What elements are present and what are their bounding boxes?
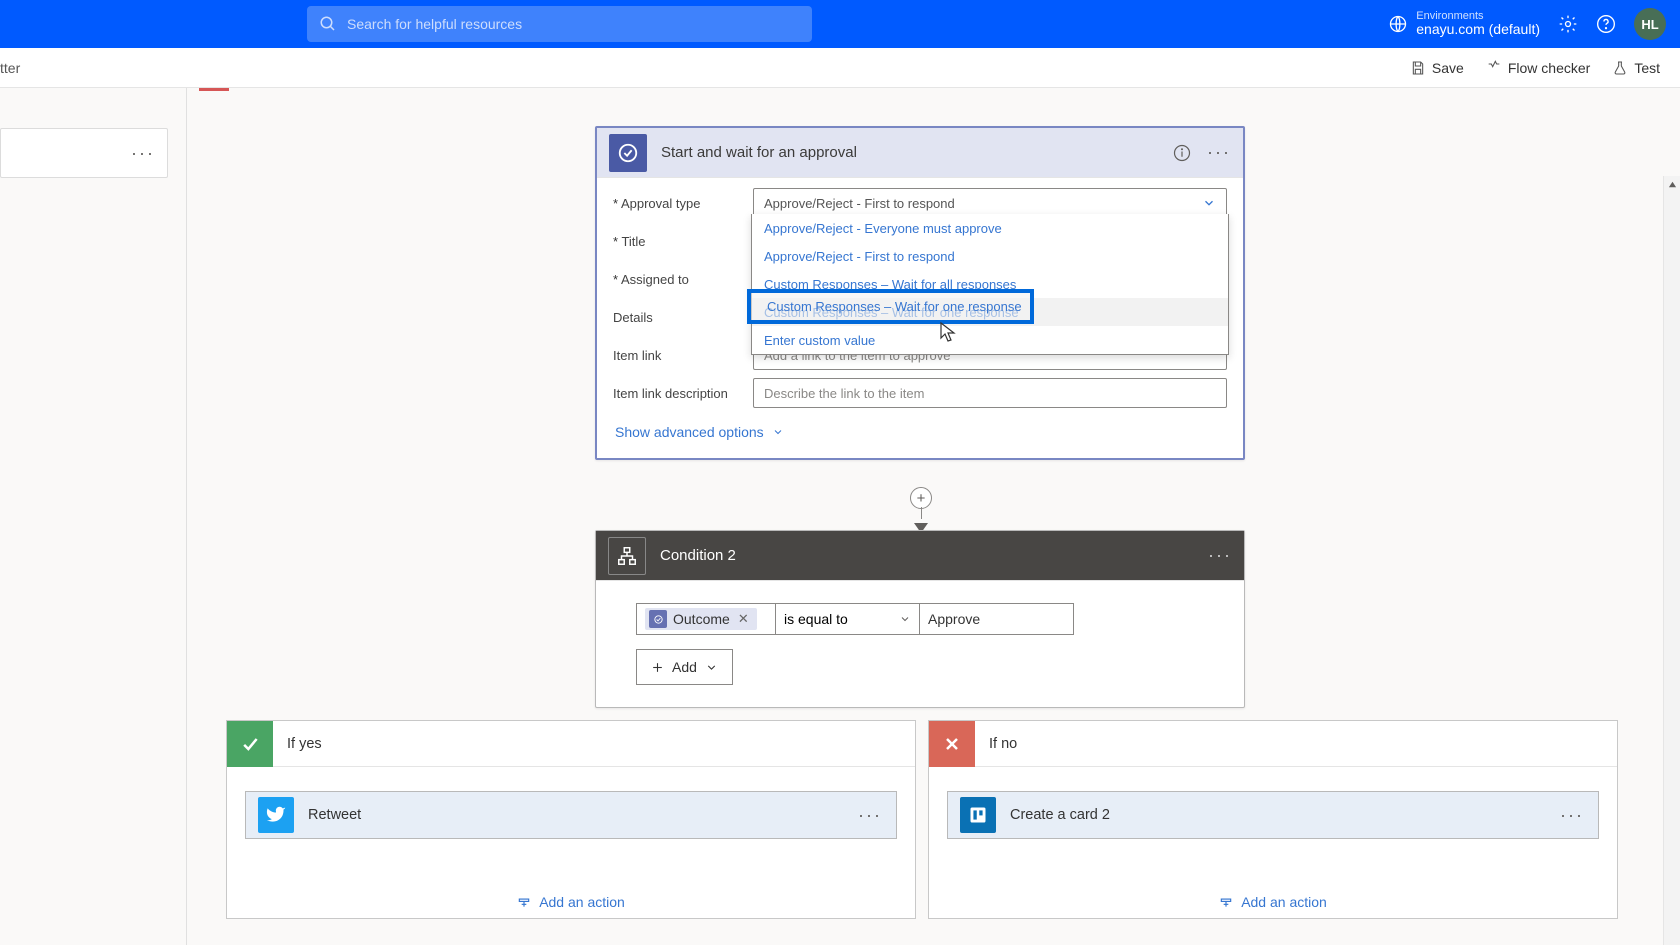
approval-card-title: Start and wait for an approval: [661, 144, 857, 161]
check-icon: [227, 721, 273, 767]
plus-icon: [651, 661, 664, 674]
app-header: Search for helpful resources Environment…: [0, 0, 1680, 48]
flow-canvas[interactable]: ··· Start and wait for an approval ··· A…: [0, 88, 1680, 945]
card-menu-icon[interactable]: ···: [1560, 805, 1584, 826]
save-button[interactable]: Save: [1410, 60, 1464, 76]
add-action-icon: [517, 895, 531, 909]
environment-icon: [1388, 14, 1408, 34]
user-avatar[interactable]: HL: [1634, 8, 1666, 40]
search-input[interactable]: Search for helpful resources: [307, 6, 812, 42]
flow-checker-button[interactable]: Flow checker: [1486, 60, 1590, 76]
show-advanced-options[interactable]: Show advanced options: [613, 416, 1227, 452]
collapsed-trigger-card[interactable]: ···: [0, 128, 168, 178]
condition-card-title: Condition 2: [660, 547, 736, 564]
chevron-down-icon: [1202, 196, 1216, 210]
chevron-down-icon: [772, 426, 784, 438]
card-menu-icon[interactable]: ···: [1208, 545, 1232, 566]
condition-card: Condition 2 ··· Outcome ✕ is equal to: [595, 530, 1245, 708]
if-no-branch: If no Create a card 2 ··· Add an action: [928, 720, 1618, 919]
trello-action-card[interactable]: Create a card 2 ···: [947, 791, 1599, 839]
label-title: Title: [613, 234, 753, 249]
add-action-no[interactable]: Add an action: [947, 894, 1599, 910]
item-link-desc-input[interactable]: Describe the link to the item: [753, 378, 1227, 408]
label-item-link: Item link: [613, 348, 753, 363]
add-action-yes[interactable]: Add an action: [245, 894, 897, 910]
tab-indicator: [199, 88, 229, 91]
card-menu-icon[interactable]: ···: [858, 805, 882, 826]
command-bar: tter Save Flow checker Test: [0, 48, 1680, 88]
condition-left-operand[interactable]: Outcome ✕: [636, 603, 776, 635]
header-right: Environments enayu.com (default) HL: [1388, 8, 1666, 40]
condition-icon: [608, 537, 646, 575]
label-approval-type: Approval type: [613, 196, 753, 211]
add-action-icon: [1219, 895, 1233, 909]
condition-operator-select[interactable]: is equal to: [775, 603, 920, 635]
remove-token-icon[interactable]: ✕: [738, 611, 749, 627]
test-button[interactable]: Test: [1612, 60, 1660, 76]
breadcrumb-fragment: tter: [0, 60, 20, 76]
search-placeholder: Search for helpful resources: [347, 16, 522, 32]
dropdown-option[interactable]: Approve/Reject - Everyone must approve: [752, 214, 1228, 242]
test-icon: [1612, 60, 1628, 76]
save-icon: [1410, 60, 1426, 76]
dropdown-option[interactable]: Custom Responses – Wait for one response: [752, 298, 1228, 326]
scroll-up-icon[interactable]: [1664, 176, 1680, 193]
label-details: Details: [613, 310, 753, 325]
flow-checker-icon: [1486, 60, 1502, 76]
outcome-token-icon: [649, 610, 667, 628]
panel-divider: [186, 88, 187, 945]
environment-picker[interactable]: Environments enayu.com (default): [1388, 10, 1540, 37]
condition-card-header[interactable]: Condition 2 ···: [596, 531, 1244, 581]
if-yes-header[interactable]: If yes: [227, 721, 915, 767]
env-name: enayu.com (default): [1416, 22, 1540, 37]
if-no-header[interactable]: If no: [929, 721, 1617, 767]
twitter-icon: [258, 797, 294, 833]
dropdown-option[interactable]: Approve/Reject - First to respond: [752, 242, 1228, 270]
label-item-link-desc: Item link description: [613, 386, 753, 401]
ellipsis-icon[interactable]: ···: [131, 143, 155, 164]
chevron-down-icon: [705, 661, 718, 674]
dropdown-option[interactable]: Enter custom value: [752, 326, 1228, 354]
if-yes-branch: If yes Retweet ··· Add an action: [226, 720, 916, 919]
condition-value-input[interactable]: Approve: [919, 603, 1074, 635]
dropdown-option[interactable]: Custom Responses – Wait for all response…: [752, 270, 1228, 298]
help-icon[interactable]: [1596, 14, 1616, 34]
approval-card-header[interactable]: Start and wait for an approval ···: [597, 128, 1243, 178]
close-icon: [929, 721, 975, 767]
retweet-action-card[interactable]: Retweet ···: [245, 791, 897, 839]
approval-type-dropdown: Approve/Reject - Everyone must approve A…: [751, 214, 1229, 355]
info-icon[interactable]: [1173, 144, 1191, 162]
card-menu-icon[interactable]: ···: [1207, 142, 1231, 163]
chevron-down-icon: [899, 613, 911, 625]
add-step-button[interactable]: +: [910, 487, 932, 509]
label-assigned-to: Assigned to: [613, 272, 753, 287]
approval-icon: [609, 134, 647, 172]
add-condition-button[interactable]: Add: [636, 649, 733, 685]
settings-icon[interactable]: [1558, 14, 1578, 34]
search-icon: [319, 15, 337, 33]
trello-icon: [960, 797, 996, 833]
vertical-scrollbar[interactable]: [1663, 176, 1680, 945]
